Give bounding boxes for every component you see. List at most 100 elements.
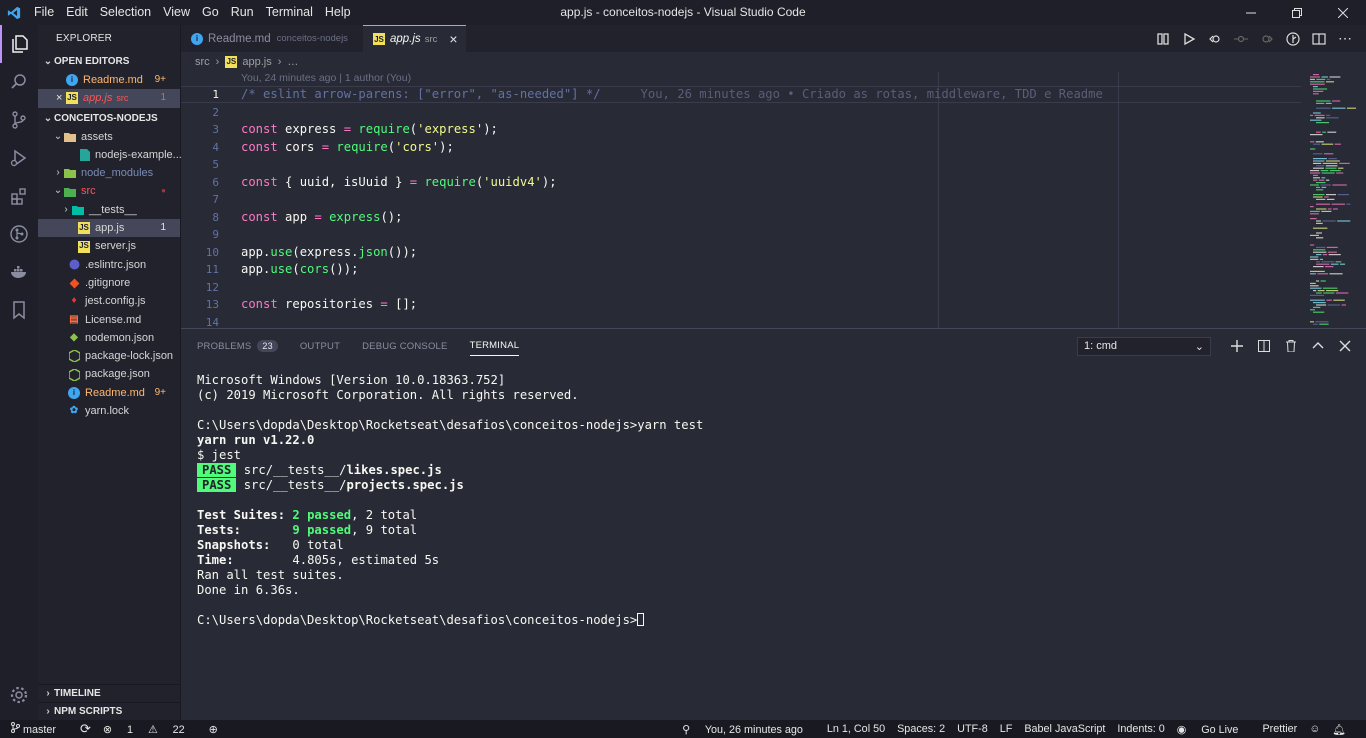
- tree-item-eslintrc[interactable]: .eslintrc.json: [38, 256, 180, 274]
- indents-status[interactable]: Indents: 0: [1117, 723, 1164, 735]
- menu-help[interactable]: Help: [319, 0, 357, 25]
- live-share-icon[interactable]: ⊕: [209, 723, 218, 736]
- problems-status[interactable]: ⊗ 1 ⚠ 22: [103, 723, 197, 736]
- minimap-line: [1333, 208, 1338, 210]
- tree-item-serverjs[interactable]: JS server.js: [38, 237, 180, 255]
- tree-item-package-json[interactable]: package.json: [38, 365, 180, 383]
- minimap[interactable]: [1308, 72, 1358, 328]
- notifications-bell-icon[interactable]: 🔔︎: [1332, 723, 1346, 736]
- minimap-line: [1310, 258, 1319, 260]
- menu-selection[interactable]: Selection: [94, 0, 157, 25]
- breadcrumb-src[interactable]: src: [195, 52, 210, 72]
- menu-go[interactable]: Go: [196, 0, 225, 25]
- tree-item-gitignore[interactable]: .gitignore: [38, 274, 180, 292]
- language-mode[interactable]: Babel JavaScript: [1024, 723, 1105, 735]
- minimap-line: [1316, 254, 1322, 256]
- run-icon[interactable]: [1176, 32, 1202, 46]
- tree-item-node-modules[interactable]: › node_modules: [38, 164, 180, 182]
- minimap-line: [1326, 246, 1338, 248]
- restore-button[interactable]: [1274, 0, 1320, 25]
- timeline-header[interactable]: › TIMELINE: [38, 684, 180, 702]
- tree-item-nodejs-example[interactable]: nodejs-example....: [38, 146, 185, 164]
- extensions-icon[interactable]: [0, 177, 38, 215]
- feedback-icon[interactable]: ☺: [1309, 723, 1320, 735]
- source-control-icon[interactable]: [0, 101, 38, 139]
- menu-run[interactable]: Run: [225, 0, 260, 25]
- terminal-output[interactable]: Microsoft Windows [Version 10.0.18363.75…: [197, 373, 703, 628]
- tree-item-yarn-lock[interactable]: ✿ yarn.lock: [38, 402, 180, 420]
- code-editor[interactable]: You, 24 minutes ago | 1 author (You) 1 2…: [181, 72, 1366, 328]
- open-editor-appjs[interactable]: × JS app.js src 1: [38, 89, 180, 108]
- split-editor-icon[interactable]: [1306, 32, 1332, 46]
- settings-gear-icon[interactable]: [0, 676, 38, 714]
- compare-changes-icon[interactable]: [1150, 32, 1176, 46]
- folder-src-icon: [64, 186, 76, 198]
- toggle-blame-icon[interactable]: [1280, 31, 1306, 46]
- minimap-line: [1313, 177, 1320, 179]
- tree-item-nodemon[interactable]: ◆ nodemon.json: [38, 329, 180, 347]
- menu-terminal[interactable]: Terminal: [260, 0, 319, 25]
- bookmarks-icon[interactable]: [0, 291, 38, 329]
- breadcrumb-appjs[interactable]: app.js: [242, 52, 271, 72]
- indentation-status[interactable]: Spaces: 2: [897, 723, 945, 735]
- more-actions-icon[interactable]: ⋯: [1332, 30, 1358, 47]
- tree-item-jest-config[interactable]: ♦ jest.config.js: [38, 292, 180, 310]
- tab-readme[interactable]: i Readme.md conceitos-nodejs: [181, 25, 363, 52]
- search-icon[interactable]: [0, 63, 38, 101]
- blame-status[interactable]: ⚲ You, 26 minutes ago: [682, 723, 815, 736]
- open-editors-header[interactable]: ⌄ OPEN EDITORS: [38, 53, 180, 71]
- docker-icon[interactable]: [0, 253, 38, 291]
- tab-debug-console[interactable]: DEBUG CONSOLE: [362, 329, 447, 363]
- cursor-position[interactable]: Ln 1, Col 50: [827, 723, 885, 735]
- gitlens-icon[interactable]: [0, 215, 38, 253]
- bottom-panel: PROBLEMS 23 OUTPUT DEBUG CONSOLE TERMINAL…: [181, 328, 1366, 720]
- close-tab-icon[interactable]: ×: [449, 31, 457, 47]
- project-header[interactable]: ⌄ CONCEITOS-NODEJS: [38, 110, 180, 128]
- line-number: 7: [212, 193, 219, 206]
- tree-item-readme[interactable]: i Readme.md 9+: [38, 384, 180, 402]
- split-terminal-icon[interactable]: [1250, 340, 1277, 352]
- npm-scripts-header[interactable]: › NPM SCRIPTS: [38, 702, 180, 720]
- new-terminal-icon[interactable]: [1223, 340, 1250, 352]
- branch-status[interactable]: master: [10, 722, 68, 736]
- commit-icon[interactable]: [1228, 32, 1254, 46]
- minimap-line: [1322, 220, 1336, 222]
- prettier-status[interactable]: Prettier: [1262, 723, 1297, 735]
- close-icon[interactable]: ×: [56, 89, 66, 107]
- sync-icon[interactable]: ⟳: [80, 721, 91, 737]
- breadcrumb-symbol[interactable]: …: [287, 52, 298, 72]
- close-window-button[interactable]: [1320, 0, 1366, 25]
- go-live-button[interactable]: ◉ Go Live: [1177, 723, 1251, 736]
- tree-item-license[interactable]: ▤ License.md: [38, 311, 180, 329]
- tree-item-appjs[interactable]: JS app.js 1: [38, 219, 180, 238]
- menu-edit[interactable]: Edit: [60, 0, 94, 25]
- run-debug-icon[interactable]: [0, 139, 38, 177]
- trash-icon[interactable]: [1277, 340, 1304, 352]
- tree-item-src[interactable]: ⌄ src ●: [38, 182, 180, 200]
- previous-change-icon[interactable]: [1202, 32, 1228, 46]
- line-number: 4: [212, 140, 219, 154]
- open-editor-readme[interactable]: i Readme.md 9+: [38, 71, 180, 89]
- tree-item-assets[interactable]: ⌄ assets: [38, 128, 180, 146]
- codelens-authors[interactable]: You, 24 minutes ago | 1 author (You): [241, 72, 411, 84]
- minimap-line: [1326, 114, 1331, 116]
- tab-problems[interactable]: PROBLEMS 23: [197, 329, 278, 363]
- tab-output[interactable]: OUTPUT: [300, 329, 340, 363]
- maximize-panel-icon[interactable]: [1304, 340, 1331, 352]
- terminal-select[interactable]: 1: cmd ⌄: [1077, 336, 1211, 356]
- minimap-line: [1310, 172, 1321, 174]
- tree-item-package-lock[interactable]: package-lock.json: [38, 347, 180, 365]
- eol-status[interactable]: LF: [1000, 723, 1013, 735]
- minimize-button[interactable]: [1228, 0, 1274, 25]
- eslint-icon: [68, 259, 80, 271]
- close-panel-icon[interactable]: [1331, 340, 1358, 352]
- encoding-status[interactable]: UTF-8: [957, 723, 988, 735]
- menu-view[interactable]: View: [157, 0, 196, 25]
- menu-file[interactable]: File: [28, 0, 60, 25]
- next-change-icon[interactable]: [1254, 32, 1280, 46]
- minimap-line: [1313, 93, 1319, 95]
- tab-terminal[interactable]: TERMINAL: [469, 336, 520, 356]
- explorer-icon[interactable]: [0, 25, 38, 63]
- tab-appjs[interactable]: JS app.js src ×: [363, 25, 466, 52]
- tree-item-tests[interactable]: › __tests__: [38, 201, 180, 219]
